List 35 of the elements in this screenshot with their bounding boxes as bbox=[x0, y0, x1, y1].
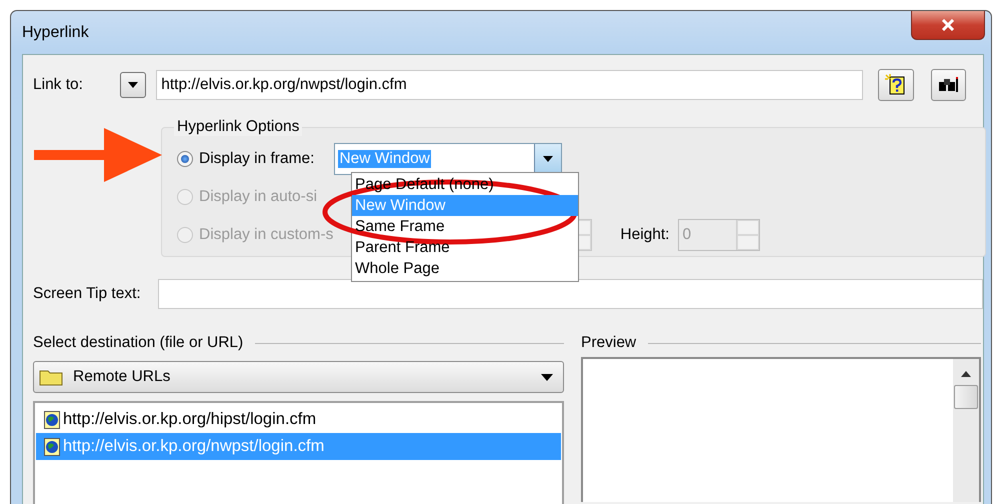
link-to-label: Link to: bbox=[33, 76, 84, 94]
dropdown-option[interactable]: Same Frame bbox=[352, 216, 578, 237]
radio-button[interactable] bbox=[177, 151, 193, 167]
url-field[interactable]: http://elvis.or.kp.org/nwpst/login.cfm bbox=[156, 70, 864, 100]
globe-page-icon bbox=[44, 410, 60, 428]
section-label: Preview bbox=[581, 334, 636, 352]
group-title: Hyperlink Options bbox=[174, 118, 302, 136]
window-title: Hyperlink bbox=[22, 24, 89, 42]
browse-button[interactable] bbox=[930, 69, 966, 101]
folder-dropdown[interactable]: Remote URLs bbox=[33, 361, 564, 393]
folder-icon bbox=[39, 368, 63, 386]
scroll-up-icon bbox=[961, 371, 971, 377]
caret-icon bbox=[541, 374, 553, 380]
link-type-dropdown[interactable] bbox=[120, 72, 146, 98]
height-label: Height: bbox=[620, 226, 670, 244]
scrollbar[interactable] bbox=[953, 359, 979, 502]
caret-icon bbox=[543, 156, 554, 162]
radio-label: Display in custom-s bbox=[199, 226, 334, 244]
question-document-icon bbox=[884, 74, 907, 96]
radio-label: Display in frame: bbox=[199, 150, 314, 168]
screen-tip-label: Screen Tip text: bbox=[33, 285, 142, 303]
scroll-thumb[interactable] bbox=[954, 385, 978, 409]
screen-tip-field[interactable] bbox=[158, 279, 983, 309]
close-icon bbox=[940, 19, 956, 31]
dropdown-option[interactable]: Parent Frame bbox=[352, 237, 578, 258]
caret-icon bbox=[128, 82, 138, 88]
radio-label: Display in auto-si bbox=[199, 188, 318, 206]
dropdown-option[interactable]: Whole Page bbox=[352, 258, 578, 279]
url-list-item[interactable]: http://elvis.or.kp.org/hipst/login.cfm bbox=[36, 406, 561, 433]
dropdown-arrow-button[interactable] bbox=[534, 144, 562, 174]
close-button[interactable] bbox=[911, 11, 985, 40]
globe-page-icon bbox=[44, 438, 60, 456]
help-button[interactable] bbox=[878, 69, 914, 101]
section-label: Select destination (file or URL) bbox=[33, 334, 244, 352]
frame-value: New Window bbox=[338, 150, 431, 168]
